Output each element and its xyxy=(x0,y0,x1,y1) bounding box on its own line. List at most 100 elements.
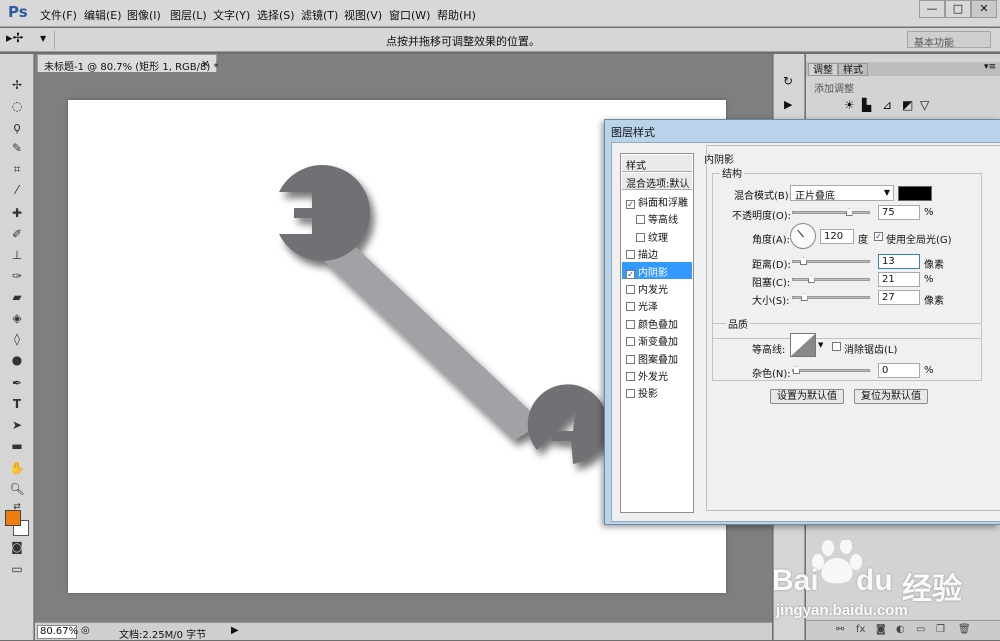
photoshop-logo: Ps xyxy=(8,3,28,21)
menu-filter[interactable]: 滤镜(T) xyxy=(301,7,338,23)
healing-brush-tool-icon[interactable]: ✚ xyxy=(8,204,26,222)
levels-icon[interactable]: ▙ xyxy=(862,98,871,112)
lasso-tool-icon[interactable]: ϙ xyxy=(8,118,26,136)
minimize-button[interactable]: — xyxy=(919,0,945,18)
style-list-styles[interactable]: 样式 xyxy=(622,155,692,172)
type-tool-icon[interactable]: T xyxy=(8,395,26,413)
pen-tool-icon[interactable]: ✒ xyxy=(8,374,26,392)
chevron-down-icon[interactable]: ▼ xyxy=(40,34,46,43)
curves-icon[interactable]: ⊿ xyxy=(882,98,892,112)
dodge-tool-icon[interactable]: ● xyxy=(8,351,26,369)
wrench-handle xyxy=(316,238,543,440)
zoom-tool-icon[interactable]: 🔍︎ xyxy=(8,480,26,498)
menu-view[interactable]: 视图(V) xyxy=(344,7,382,23)
style-list-item-label: 颜色叠加 xyxy=(638,319,678,331)
history-icon[interactable]: ↻ xyxy=(783,74,793,88)
style-list-item-label: 光泽 xyxy=(638,302,658,314)
menu-image[interactable]: 图像(I) xyxy=(127,7,161,23)
eraser-tool-icon[interactable]: ▰ xyxy=(8,288,26,306)
style-list-item[interactable]: 光泽 xyxy=(622,296,692,313)
style-list-item[interactable]: 描边 xyxy=(622,244,692,261)
foreground-color-swatch[interactable] xyxy=(5,510,21,526)
style-list-item[interactable]: 内发光 xyxy=(622,279,692,296)
menu-layer[interactable]: 图层(L) xyxy=(170,7,207,23)
paint-bucket-tool-icon[interactable]: ◈ xyxy=(8,309,26,327)
close-button[interactable]: ✕ xyxy=(971,0,997,18)
style-list-item[interactable]: 渐变叠加 xyxy=(622,331,692,348)
menu-edit[interactable]: 编辑(E) xyxy=(84,7,122,23)
zoom-level-field[interactable]: 80.67% xyxy=(37,625,78,639)
style-list-item-label: 等高线 xyxy=(648,215,678,227)
watermark-brand-b: du xyxy=(856,564,893,597)
menu-type[interactable]: 文字(Y) xyxy=(213,7,250,23)
rectangle-tool-icon[interactable]: ▬ xyxy=(8,437,26,455)
style-list-item[interactable]: 投影 xyxy=(622,383,692,400)
menu-file[interactable]: 文件(F) xyxy=(40,7,77,23)
style-list-item-label: 纹理 xyxy=(648,232,668,244)
gradient-triangle-icon[interactable]: ▽ xyxy=(920,98,929,112)
move-tool-icon[interactable]: ✢ xyxy=(8,76,26,94)
style-list-item[interactable]: ✓ 斜面和浮雕 xyxy=(622,192,692,209)
tab-styles[interactable]: 样式 xyxy=(838,63,868,76)
style-list-blending-options[interactable]: 混合选项:默认 xyxy=(622,173,692,190)
wrench-head-left xyxy=(279,165,371,261)
style-list-item[interactable]: 外发光 xyxy=(622,366,692,383)
style-list-item[interactable]: 颜色叠加 xyxy=(622,314,692,331)
workspace-switcher[interactable]: 基本功能 xyxy=(907,31,991,49)
marquee-tool-icon[interactable]: ◌ xyxy=(8,97,26,115)
style-checkbox[interactable] xyxy=(626,250,635,260)
screen-mode-icon[interactable]: ▭ xyxy=(8,560,26,578)
style-checkbox[interactable]: ✓ xyxy=(626,269,635,279)
wrench-head-right xyxy=(527,384,608,464)
style-checkbox[interactable] xyxy=(626,372,635,381)
quick-mask-icon[interactable]: ◙ xyxy=(8,538,26,556)
style-checkbox[interactable] xyxy=(636,215,645,225)
panel-tab-bar: 调整 样式 ▾≡ xyxy=(806,62,1000,76)
maximize-button[interactable]: □ xyxy=(945,0,971,18)
style-list-item-label: 渐变叠加 xyxy=(638,337,678,349)
panel-menu-icon[interactable]: ▾≡ xyxy=(984,62,996,72)
document-tab-title: 未标题-1 @ 80.7% (矩形 1, RGB/8) * xyxy=(44,62,219,73)
style-checkbox[interactable] xyxy=(626,337,635,347)
brightness-icon[interactable]: ☀ xyxy=(844,98,855,112)
style-checkbox[interactable] xyxy=(636,232,645,242)
tab-adjustments[interactable]: 调整 xyxy=(808,63,838,76)
style-list-item-label: 斜面和浮雕 xyxy=(638,198,688,209)
style-list-item-label: 图案叠加 xyxy=(638,354,678,366)
style-checkbox[interactable] xyxy=(626,285,635,294)
style-checkbox[interactable]: ✓ xyxy=(626,200,635,209)
style-list-item[interactable]: 等高线 xyxy=(622,209,692,226)
style-list-item[interactable]: 纹理 xyxy=(622,227,692,244)
options-hint-text: 点按并拖移可调整效果的位置。 xyxy=(386,35,540,48)
hand-tool-icon[interactable]: ✋ xyxy=(8,459,26,477)
style-checkbox[interactable] xyxy=(626,389,635,399)
style-checkbox[interactable] xyxy=(626,302,635,312)
blur-tool-icon[interactable]: ◊ xyxy=(8,330,26,348)
document-tab[interactable]: 未标题-1 @ 80.7% (矩形 1, RGB/8) * × xyxy=(37,54,219,73)
style-list-item[interactable]: 图案叠加 xyxy=(622,349,692,366)
menu-window[interactable]: 窗口(W) xyxy=(389,7,430,23)
exposure-icon[interactable]: ◩ xyxy=(902,98,913,112)
close-icon[interactable]: × xyxy=(201,57,210,70)
path-selection-tool-icon[interactable]: ➤ xyxy=(8,416,26,434)
quick-select-tool-icon[interactable]: ✎ xyxy=(8,139,26,157)
watermark-brand-a: Bai xyxy=(772,564,819,597)
history-brush-tool-icon[interactable]: ✑ xyxy=(8,267,26,285)
menu-help[interactable]: 帮助(H) xyxy=(437,7,476,23)
style-list-item[interactable]: ✓ 内阴影 xyxy=(622,261,692,279)
status-info-icon[interactable]: ◎ xyxy=(81,625,90,636)
crop-tool-icon[interactable]: ⌗ xyxy=(8,160,26,178)
style-checkbox[interactable] xyxy=(626,319,635,329)
move-tool-preset-icon[interactable]: ▸✢ xyxy=(6,31,23,46)
status-menu-arrow-icon[interactable]: ▶ xyxy=(231,625,239,636)
menu-select[interactable]: 选择(S) xyxy=(257,7,295,23)
status-bar: 80.67% ◎ 文档:2.25M/0 字节 ▶ xyxy=(35,622,772,641)
style-checkbox[interactable] xyxy=(626,354,635,364)
menu-bar: Ps 文件(F) 编辑(E) 图像(I) 图层(L) 文字(Y) 选择(S) 滤… xyxy=(0,0,1000,27)
eyedropper-tool-icon[interactable]: ⁄ xyxy=(8,181,26,199)
actions-play-icon[interactable]: ▶ xyxy=(784,98,792,111)
divider xyxy=(54,31,55,49)
panel-subtitle: 添加调整 xyxy=(814,84,854,95)
brush-tool-icon[interactable]: ✐ xyxy=(8,225,26,243)
clone-stamp-tool-icon[interactable]: ⊥ xyxy=(8,246,26,264)
